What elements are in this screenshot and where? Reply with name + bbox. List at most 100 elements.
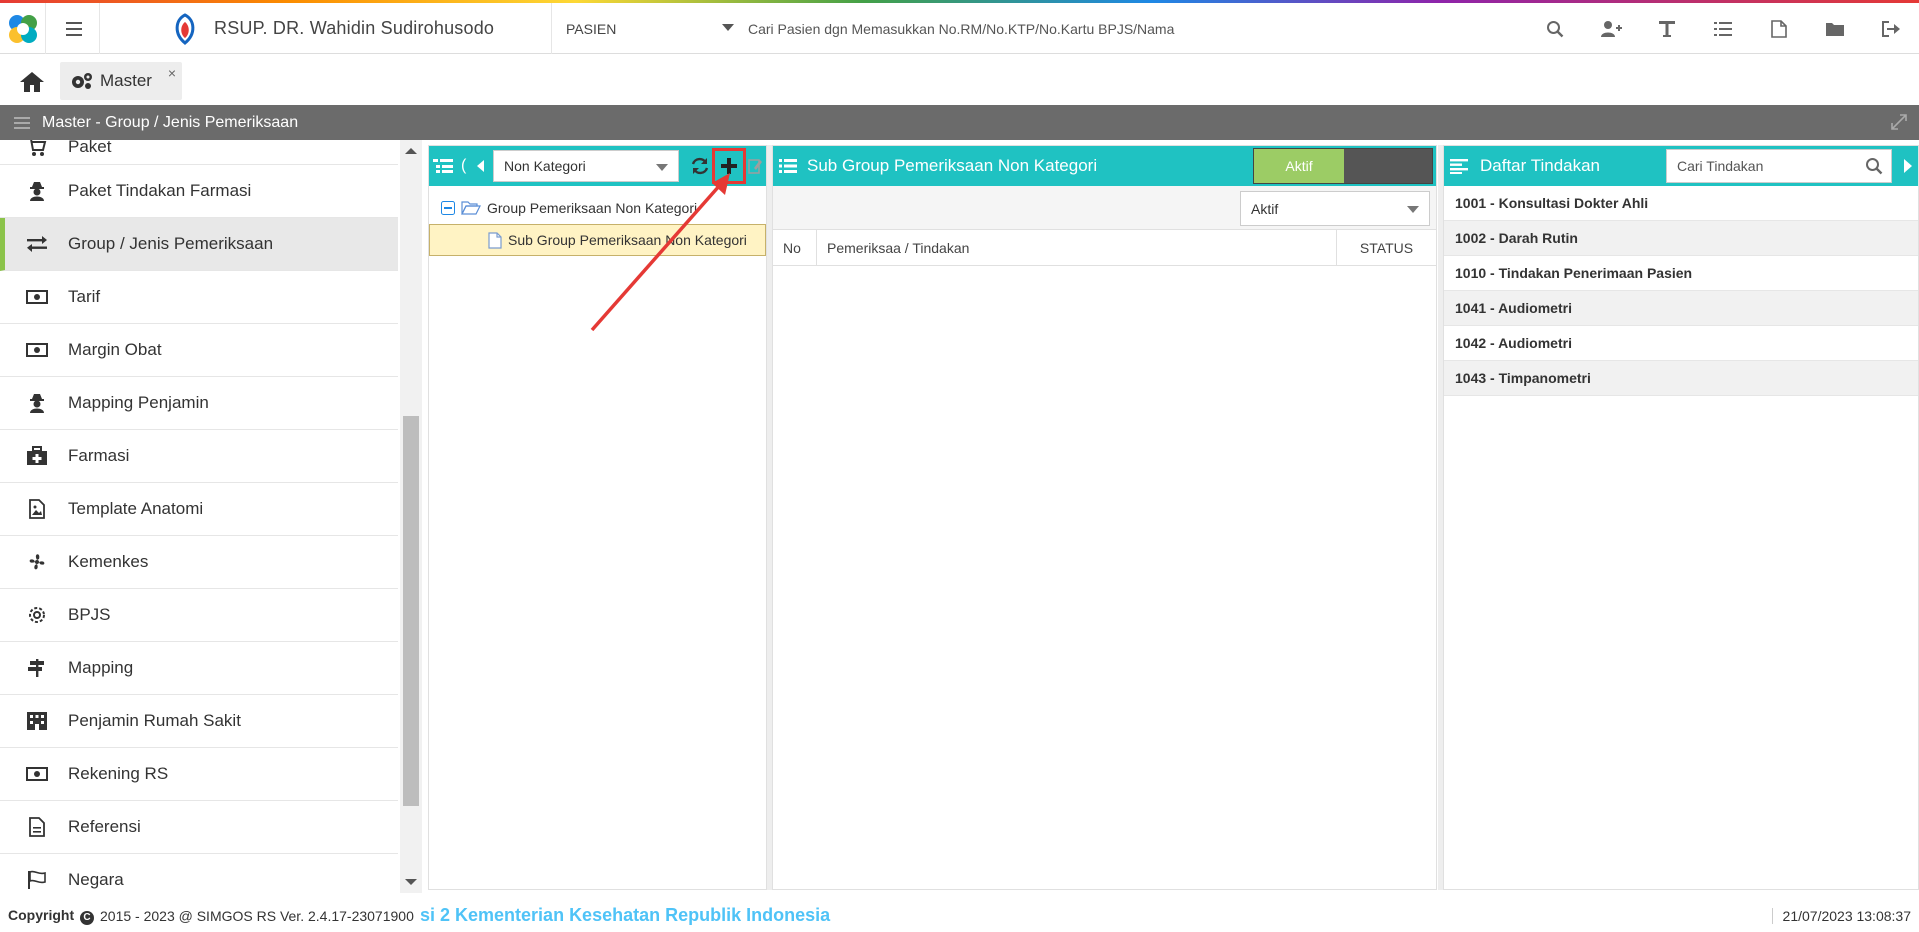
subgroup-detail-title: Sub Group Pemeriksaan Non Kategori: [807, 156, 1098, 175]
search-button[interactable]: [1527, 3, 1583, 54]
active-toggle[interactable]: Aktif: [1253, 148, 1433, 184]
scroll-down-icon[interactable]: [405, 879, 417, 885]
scroll-up-icon[interactable]: [405, 148, 417, 154]
user-secret-icon: [26, 392, 48, 414]
sidebar-item-penjamin-rumah-sakit[interactable]: Penjamin Rumah Sakit: [0, 695, 398, 748]
menu-toggle-button[interactable]: [48, 3, 100, 54]
edit-icon: [748, 159, 762, 174]
search-category-select[interactable]: PASIEN: [552, 3, 734, 54]
cart-icon: [26, 140, 48, 158]
sidebar-item-label: Farmasi: [68, 446, 130, 465]
sidebar-item-label: Paket: [68, 140, 112, 156]
chevron-down-icon: [1407, 206, 1419, 213]
edit-button[interactable]: [745, 151, 765, 181]
sidebar-item-kemenkes[interactable]: Kemenkes: [0, 536, 398, 589]
chevron-down-icon: [722, 24, 734, 31]
add-patient-button[interactable]: [1583, 3, 1639, 54]
next-page-icon[interactable]: [1904, 159, 1912, 173]
column-no[interactable]: No: [773, 230, 817, 265]
exchange-icon: [26, 233, 48, 255]
home-icon: [20, 72, 44, 92]
scroll-thumb[interactable]: [403, 416, 419, 806]
folder-icon: [1826, 22, 1844, 36]
copyright-label: Copyright C: [8, 907, 96, 925]
money-icon: [26, 286, 48, 308]
list-button[interactable]: [1695, 3, 1751, 54]
list-icon: [1714, 21, 1732, 36]
app-logo-icon: [8, 14, 37, 43]
tindakan-list-item[interactable]: 1042 - Audiometri: [1444, 326, 1918, 361]
tindakan-list-item[interactable]: 1043 - Timpanometri: [1444, 361, 1918, 396]
sidebar-item-template-anatomi[interactable]: Template Anatomi: [0, 483, 398, 536]
align-left-icon: [1450, 159, 1468, 174]
footer: Copyright C 2015 - 2023 @ SIMGOS RS Ver.…: [0, 900, 1919, 932]
close-tab-icon[interactable]: ×: [168, 65, 176, 81]
tab-bar: Master ×: [0, 55, 1919, 105]
subgroup-detail-panel: Sub Group Pemeriksaan Non Kategori Aktif…: [772, 145, 1437, 890]
sidebar-item-label: Mapping Penjamin: [68, 393, 209, 412]
sidebar-item-mapping[interactable]: Mapping: [0, 642, 398, 695]
user-secret-icon: [26, 180, 48, 202]
search-category-value: PASIEN: [566, 20, 617, 37]
sidebar-item-tarif[interactable]: Tarif: [0, 271, 398, 324]
search-icon: [1547, 20, 1564, 37]
category-select-value: Non Kategori: [504, 158, 586, 174]
home-tab[interactable]: [14, 67, 50, 97]
sidebar-item-label: Referensi: [68, 817, 141, 836]
sidebar-item-bpjs[interactable]: BPJS: [0, 589, 398, 642]
folder-open-icon: [461, 201, 481, 215]
sidebar-item-farmasi[interactable]: Farmasi: [0, 430, 398, 483]
collapse-icon[interactable]: [441, 201, 455, 215]
column-examination[interactable]: Pemeriksaa / Tindakan: [817, 230, 1337, 265]
tab-master[interactable]: Master ×: [60, 62, 182, 100]
chevron-left-icon[interactable]: [477, 160, 485, 172]
column-status[interactable]: STATUS: [1337, 230, 1436, 265]
sidebar-item-negara[interactable]: Negara: [0, 854, 398, 893]
tindakan-search-placeholder: Cari Tindakan: [1677, 158, 1764, 174]
sidebar-item-paket-tindakan-farmasi[interactable]: Paket Tindakan Farmasi: [0, 165, 398, 218]
status-filter-value: Aktif: [1251, 200, 1279, 217]
tindakan-list: 1001 - Konsultasi Dokter Ahli 1002 - Dara…: [1444, 186, 1918, 396]
text-icon: [1659, 20, 1675, 37]
pdf-icon: [1771, 19, 1787, 38]
patient-search-input[interactable]: [748, 13, 1508, 45]
sidebar-item-label: Tarif: [68, 287, 101, 306]
hamburger-icon[interactable]: [14, 116, 30, 129]
footer-datetime: 21/07/2023 13:08:37: [1771, 908, 1911, 924]
sidebar-item-label: Negara: [68, 870, 124, 889]
logout-button[interactable]: [1863, 3, 1919, 54]
status-filter-select[interactable]: Aktif: [1240, 191, 1430, 226]
folder-button[interactable]: [1807, 3, 1863, 54]
fan-icon: [26, 551, 48, 573]
pdf-button[interactable]: [1751, 3, 1807, 54]
sidebar-item-label: Mapping: [68, 658, 134, 677]
sidebar-item-group-jenis-pemeriksaan[interactable]: Group / Jenis Pemeriksaan: [0, 218, 398, 271]
text-button[interactable]: [1639, 3, 1695, 54]
sidebar-item-label: Paket Tindakan Farmasi: [68, 181, 252, 200]
sidebar-item-margin-obat[interactable]: Margin Obat: [0, 324, 398, 377]
money-icon: [26, 339, 48, 361]
app-logo[interactable]: [0, 3, 46, 54]
search-icon[interactable]: [1865, 157, 1883, 175]
expand-icon[interactable]: [1891, 114, 1907, 130]
sidebar-item-label: Group / Jenis Pemeriksaan: [68, 234, 274, 253]
sidebar-item-label: Rekening RS: [68, 764, 169, 783]
sidebar-item-paket[interactable]: Paket: [0, 140, 398, 165]
sidebar-item-mapping-penjamin[interactable]: Mapping Penjamin: [0, 377, 398, 430]
tindakan-search-input[interactable]: Cari Tindakan: [1666, 149, 1892, 183]
sidebar-item-referensi[interactable]: Referensi: [0, 801, 398, 854]
marquee-text: si 2 Kementerian Kesehatan Republik Indo…: [420, 905, 831, 925]
tindakan-list-item[interactable]: 1002 - Darah Rutin: [1444, 221, 1918, 256]
file-icon: [488, 231, 502, 249]
top-bar: RSUP. DR. Wahidin Sudirohusodo PASIEN: [0, 3, 1919, 54]
tindakan-list-item[interactable]: 1041 - Audiometri: [1444, 291, 1918, 326]
sidebar-scrollbar[interactable]: [400, 140, 422, 893]
sidebar-item-label: Template Anatomi: [68, 499, 204, 518]
tindakan-list-item[interactable]: 1010 - Tindakan Penerimaan Pasien: [1444, 256, 1918, 291]
sidebar-item-rekening-rs[interactable]: Rekening RS: [0, 748, 398, 801]
active-toggle-on-label: Aktif: [1254, 149, 1344, 183]
medkit-icon: [26, 445, 48, 467]
sidebar: Paket Paket Tindakan Farmasi Group / Jenis…: [0, 140, 398, 893]
tindakan-list-item[interactable]: 1001 - Konsultasi Dokter Ahli: [1444, 186, 1918, 221]
flag-icon: [26, 869, 48, 891]
